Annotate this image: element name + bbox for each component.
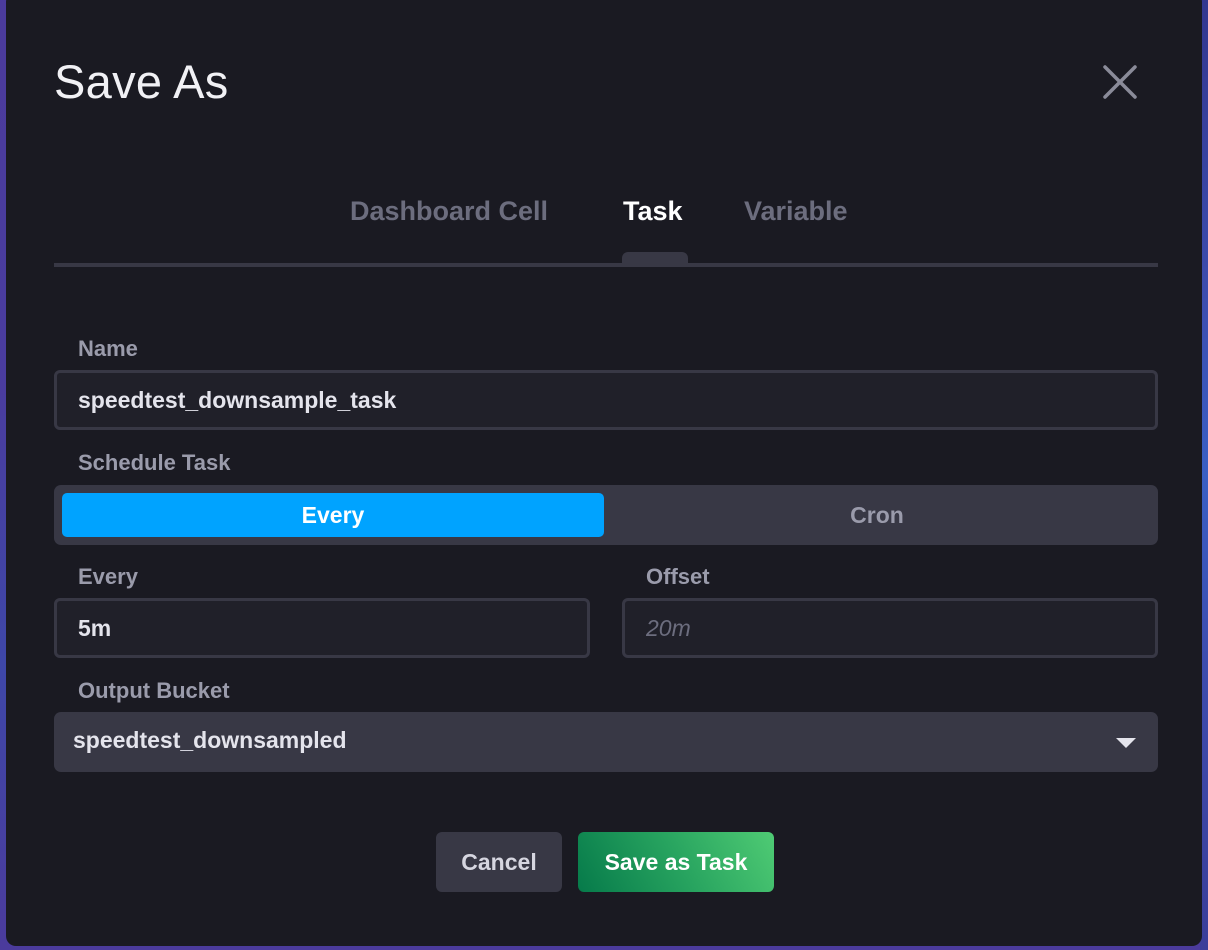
output-bucket-value: speedtest_downsampled (73, 727, 347, 753)
save-as-dialog: Save As Dashboard Cell Task Variable Nam… (6, 0, 1202, 946)
tab-task[interactable]: Task (623, 196, 683, 227)
close-button[interactable] (1100, 62, 1140, 102)
dialog-title: Save As (54, 55, 229, 108)
every-input[interactable] (54, 598, 590, 658)
save-as-task-button[interactable]: Save as Task (578, 832, 774, 892)
tab-variable[interactable]: Variable (744, 196, 848, 227)
tab-dashboard-cell[interactable]: Dashboard Cell (350, 196, 548, 227)
schedule-option-cron[interactable]: Cron (604, 493, 1150, 537)
tab-divider (54, 263, 1158, 267)
name-label: Name (78, 336, 138, 361)
output-bucket-label: Output Bucket (78, 678, 230, 703)
offset-label: Offset (646, 564, 710, 589)
close-icon (1103, 65, 1137, 99)
offset-input[interactable] (622, 598, 1158, 658)
caret-down-icon (1116, 738, 1136, 748)
tab-bar: Dashboard Cell Task Variable (54, 196, 1158, 267)
schedule-option-every[interactable]: Every (62, 493, 604, 537)
cancel-button[interactable]: Cancel (436, 832, 562, 892)
output-bucket-dropdown[interactable]: speedtest_downsampled (54, 712, 1158, 772)
every-label: Every (78, 564, 138, 589)
schedule-toggle: Every Cron (54, 485, 1158, 545)
name-input[interactable] (54, 370, 1158, 430)
schedule-task-label: Schedule Task (78, 450, 231, 475)
